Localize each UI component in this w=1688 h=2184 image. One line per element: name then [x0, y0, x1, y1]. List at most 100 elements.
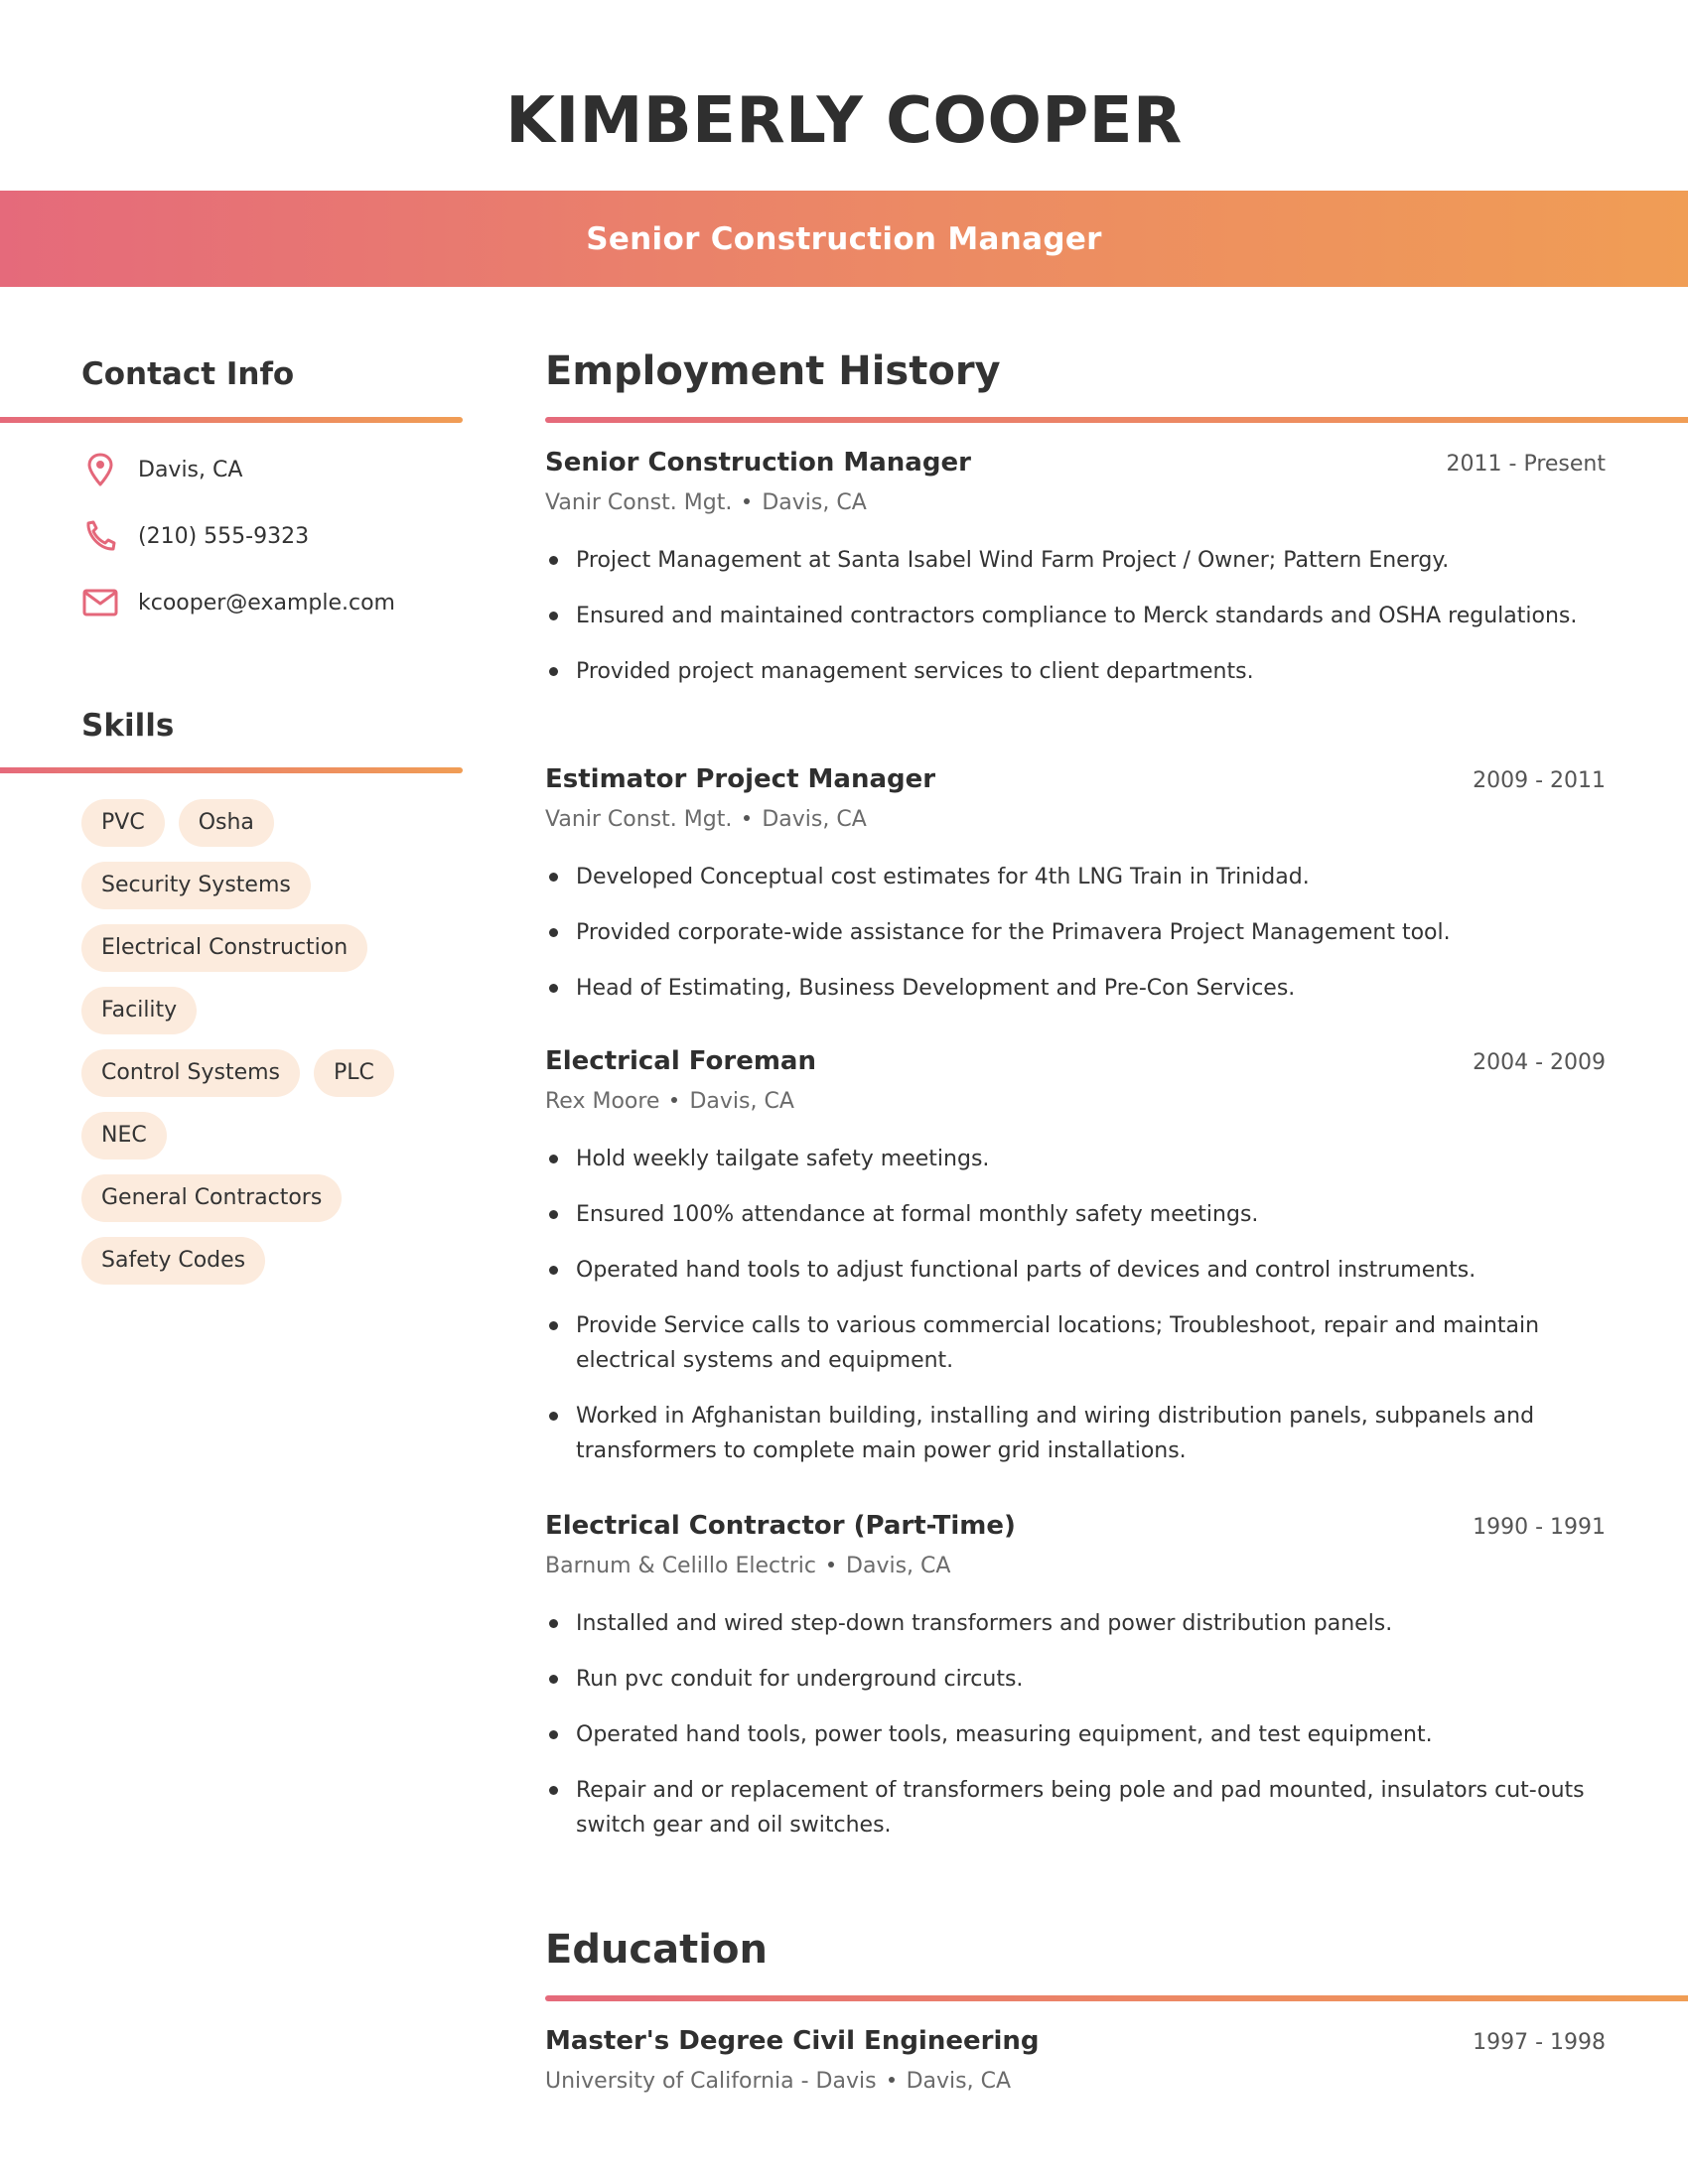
- skills-heading: Skills: [81, 708, 175, 744]
- bullet-dot: [549, 612, 558, 620]
- job-company-line: Barnum & Celillo Electric Davis, CA: [545, 1549, 1606, 1584]
- bullet-text: Worked in Afghanistan building, installi…: [576, 1404, 1535, 1463]
- school-name: University of California - Davis: [545, 2069, 877, 2094]
- bullet-dot: [549, 1266, 558, 1275]
- job-title: Estimator Project Manager: [545, 764, 936, 794]
- contact-location: Davis, CA: [81, 450, 242, 489]
- job-bullet: Head of Estimating, Business Development…: [545, 971, 1606, 1006]
- bullet-dot: [549, 1730, 558, 1739]
- job-dates: 2004 - 2009: [1473, 1050, 1606, 1075]
- job-title: Senior Construction Manager: [545, 448, 971, 478]
- phone-icon: [81, 517, 119, 555]
- bullet-text: Installed and wired step-down transforme…: [576, 1611, 1393, 1636]
- bullet-text: Developed Conceptual cost estimates for …: [576, 865, 1310, 889]
- bullet-dot: [549, 873, 558, 882]
- education-entry: Master's Degree Civil Engineering 1997 -…: [545, 2026, 1606, 2100]
- job-location: Davis, CA: [762, 807, 867, 832]
- job-location: Davis, CA: [689, 1089, 794, 1114]
- job-bullets: Project Management at Santa Isabel Wind …: [545, 543, 1606, 689]
- bullet-dot: [549, 984, 558, 993]
- skill-tag: Control Systems: [81, 1049, 301, 1097]
- contact-phone[interactable]: (210) 555-9323: [81, 516, 309, 556]
- contact-info-heading: Contact Info: [81, 356, 295, 392]
- separator-dot: [671, 1097, 678, 1103]
- bullet-dot: [549, 1675, 558, 1684]
- skill-tag: Facility: [81, 987, 198, 1034]
- skill-tag: Safety Codes: [81, 1237, 266, 1285]
- job-bullet: Hold weekly tailgate safety meetings.: [545, 1142, 1606, 1176]
- job-company: Vanir Const. Mgt.: [545, 490, 733, 515]
- skill-tag: Electrical Construction: [81, 924, 368, 972]
- bullet-dot: [549, 667, 558, 676]
- bullet-text: Provide Service calls to various commerc…: [576, 1313, 1540, 1373]
- bullet-text: Hold weekly tailgate safety meetings.: [576, 1147, 990, 1171]
- bullet-text: Head of Estimating, Business Development…: [576, 976, 1296, 1001]
- employment-history-heading: Employment History: [545, 348, 1001, 394]
- bullet-dot: [549, 1412, 558, 1421]
- job-bullet: Provided corporate-wide assistance for t…: [545, 915, 1606, 950]
- contact-phone-text[interactable]: (210) 555-9323: [138, 524, 309, 549]
- job-location: Davis, CA: [762, 490, 867, 515]
- skill-tag: General Contractors: [81, 1174, 343, 1222]
- job-title: Electrical Foreman: [545, 1046, 816, 1076]
- separator-dot: [744, 815, 751, 821]
- job-company: Vanir Const. Mgt.: [545, 807, 733, 832]
- job-bullet: Repair and or replacement of transformer…: [545, 1773, 1606, 1843]
- job-entry: Estimator Project Manager 2009 - 2011 Va…: [545, 764, 1606, 1026]
- skill-tag: NEC: [81, 1112, 167, 1160]
- education-heading: Education: [545, 1927, 768, 1973]
- skill-tag: Osha: [178, 799, 274, 847]
- separator-dot: [744, 498, 751, 504]
- job-dates: 2011 - Present: [1446, 452, 1606, 477]
- mail-icon: [81, 584, 119, 621]
- title-banner: Senior Construction Manager: [0, 191, 1688, 287]
- map-pin-icon: [81, 451, 119, 488]
- candidate-name: KIMBERLY COOPER: [505, 84, 1183, 158]
- job-bullets: Installed and wired step-down transforme…: [545, 1606, 1606, 1843]
- employment-heading-rule: [545, 417, 1688, 423]
- bullet-text: Provided project management services to …: [576, 659, 1254, 684]
- separator-dot: [888, 2077, 895, 2083]
- degree-title: Master's Degree Civil Engineering: [545, 2026, 1040, 2056]
- job-bullet: Worked in Afghanistan building, installi…: [545, 1399, 1606, 1468]
- bullet-dot: [549, 928, 558, 937]
- bullet-text: Operated hand tools, power tools, measur…: [576, 1722, 1433, 1747]
- job-bullet: Provide Service calls to various commerc…: [545, 1308, 1606, 1378]
- skill-tag: PLC: [314, 1049, 394, 1097]
- education-heading-rule: [545, 1995, 1688, 2001]
- job-company: Barnum & Celillo Electric: [545, 1554, 817, 1578]
- school-line: University of California - Davis Davis, C…: [545, 2064, 1606, 2100]
- job-bullet: Provided project management services to …: [545, 654, 1606, 689]
- job-location: Davis, CA: [846, 1554, 951, 1578]
- bullet-dot: [549, 1210, 558, 1219]
- job-bullets: Hold weekly tailgate safety meetings. En…: [545, 1142, 1606, 1468]
- job-title-banner-text: Senior Construction Manager: [586, 220, 1102, 257]
- job-bullets: Developed Conceptual cost estimates for …: [545, 860, 1606, 1006]
- bullet-dot: [549, 1786, 558, 1795]
- job-company: Rex Moore: [545, 1089, 660, 1114]
- skills-list: PVC Osha Security Systems Electrical Con…: [81, 799, 479, 1299]
- bullet-dot: [549, 556, 558, 565]
- job-dates: 2009 - 2011: [1473, 768, 1606, 793]
- contact-heading-rule: [0, 417, 463, 423]
- job-company-line: Vanir Const. Mgt. Davis, CA: [545, 485, 1606, 521]
- contact-email[interactable]: kcooper@example.com: [81, 583, 395, 622]
- job-entry: Electrical Foreman 2004 - 2009 Rex Moore…: [545, 1046, 1606, 1489]
- job-bullet: Ensured 100% attendance at formal monthl…: [545, 1197, 1606, 1232]
- contact-location-text: Davis, CA: [138, 457, 243, 482]
- bullet-dot: [549, 1155, 558, 1163]
- bullet-text: Operated hand tools to adjust functional…: [576, 1258, 1477, 1283]
- contact-email-text[interactable]: kcooper@example.com: [138, 591, 395, 615]
- job-title: Electrical Contractor (Part-Time): [545, 1511, 1016, 1541]
- job-bullet: Project Management at Santa Isabel Wind …: [545, 543, 1606, 578]
- job-company-line: Rex Moore Davis, CA: [545, 1084, 1606, 1120]
- bullet-text: Run pvc conduit for underground circuts.: [576, 1667, 1024, 1692]
- job-entry: Electrical Contractor (Part-Time) 1990 -…: [545, 1511, 1606, 1863]
- job-company-line: Vanir Const. Mgt. Davis, CA: [545, 802, 1606, 838]
- school-location: Davis, CA: [906, 2069, 1011, 2094]
- job-bullet: Run pvc conduit for underground circuts.: [545, 1662, 1606, 1697]
- skills-heading-rule: [0, 767, 463, 773]
- separator-dot: [828, 1562, 835, 1568]
- job-bullet: Developed Conceptual cost estimates for …: [545, 860, 1606, 894]
- job-bullet: Operated hand tools to adjust functional…: [545, 1253, 1606, 1288]
